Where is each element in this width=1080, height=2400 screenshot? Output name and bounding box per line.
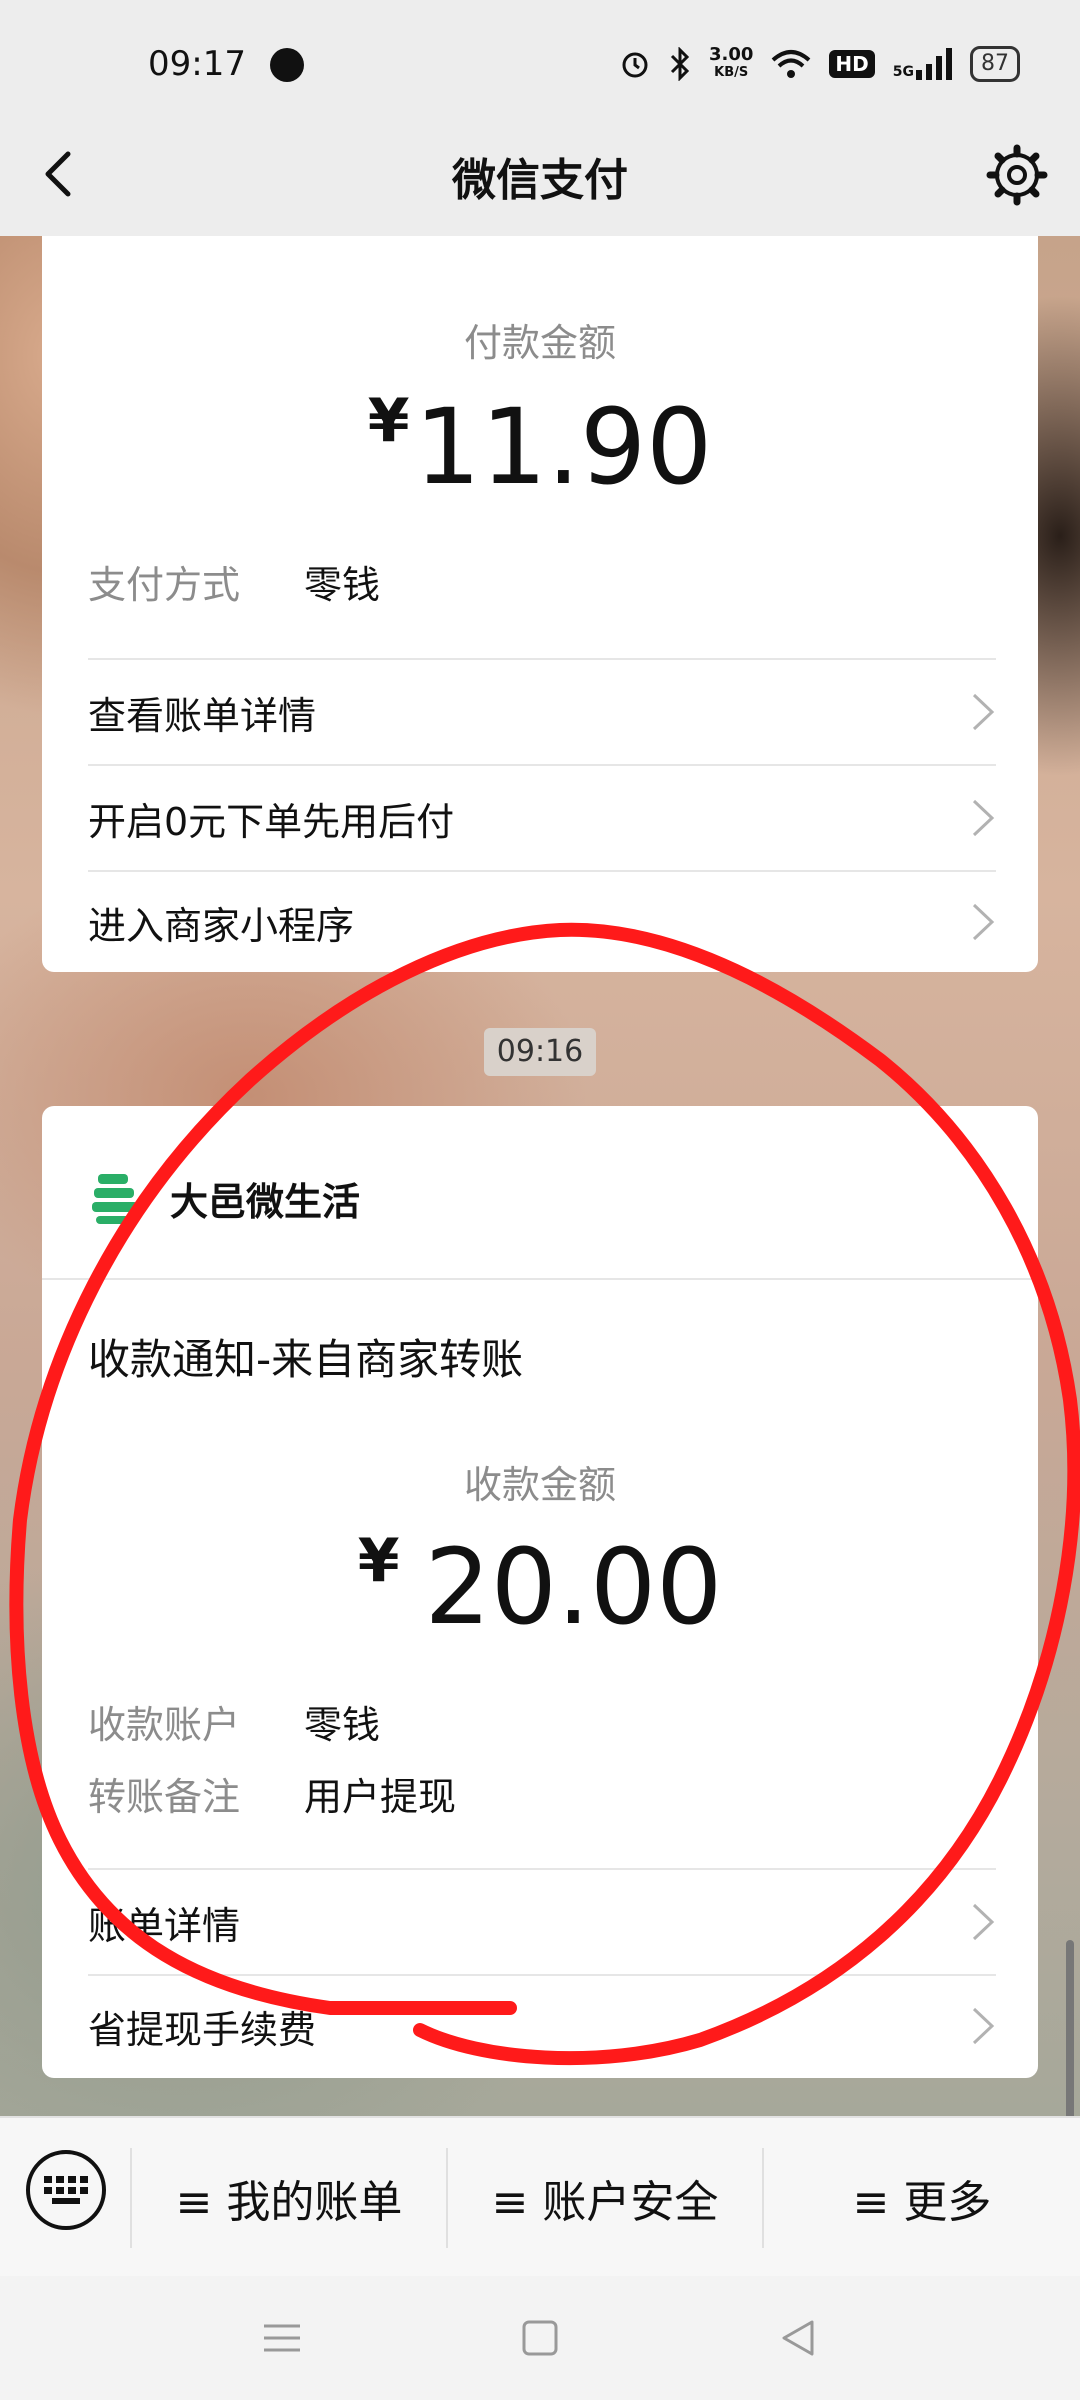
receipt-amount: ¥ 20.00 xyxy=(42,1526,1038,1648)
payment-amount-value: 11.90 xyxy=(414,386,713,508)
chevron-right-icon xyxy=(972,2007,995,2045)
bluetooth-icon xyxy=(670,47,690,81)
receipt-amount-value: 20.00 xyxy=(424,1526,723,1648)
transfer-remark-row: 转账备注 用户提现 xyxy=(88,1766,456,1821)
payment-card: 付款金额 ¥ 11.90 支付方式 零钱 查看账单详情 开启0元下单先用后付 进… xyxy=(42,236,1038,972)
menu-more[interactable]: ≡ 更多 xyxy=(764,2118,1080,2278)
menu-nav-icon[interactable] xyxy=(260,2316,304,2360)
status-icons: 3.00 KB/S HD 5G 87 xyxy=(619,46,1020,82)
scrollbar[interactable] xyxy=(1066,1940,1074,2120)
hd-badge: HD xyxy=(829,50,875,78)
menu-account-security[interactable]: ≡ 账户安全 xyxy=(448,2118,762,2278)
save-withdrawal-fee-link[interactable]: 省提现手续费 xyxy=(88,1974,996,2078)
receipt-account-label: 收款账户 xyxy=(88,1703,241,1747)
cellular-signal: 5G xyxy=(893,48,952,80)
battery-icon: 87 xyxy=(970,46,1020,82)
merchant-mini-program-link[interactable]: 进入商家小程序 xyxy=(88,870,996,974)
system-nav-bar xyxy=(0,2276,1080,2400)
keyboard-icon[interactable] xyxy=(26,2150,106,2230)
home-nav-icon[interactable] xyxy=(518,2316,562,2360)
back-nav-icon[interactable] xyxy=(776,2316,820,2360)
merchant-header[interactable]: 大邑微生活 xyxy=(90,1170,360,1226)
status-time: 09:17 xyxy=(148,44,246,84)
merchant-name: 大邑微生活 xyxy=(170,1179,361,1224)
receipt-account-row: 收款账户 零钱 xyxy=(88,1694,380,1749)
receipt-notice: 收款通知-来自商家转账 xyxy=(88,1335,524,1384)
enable-pay-later-link[interactable]: 开启0元下单先用后付 xyxy=(88,766,996,870)
app-header: 微信支付 xyxy=(0,110,1080,236)
currency-symbol: ¥ xyxy=(367,386,410,456)
chevron-right-icon xyxy=(972,903,995,941)
payment-amount: ¥ 11.90 xyxy=(42,386,1038,508)
chevron-right-icon xyxy=(972,799,995,837)
transfer-remark-value: 用户提现 xyxy=(304,1775,457,1819)
receipt-card: 大邑微生活 收款通知-来自商家转账 收款金额 ¥ 20.00 收款账户 零钱 转… xyxy=(42,1106,1038,2078)
gear-icon[interactable] xyxy=(984,142,1050,208)
payment-method-label: 支付方式 xyxy=(88,563,241,607)
payment-amount-label: 付款金额 xyxy=(463,321,616,365)
chevron-right-icon xyxy=(972,1903,995,1941)
net-speed: 3.00 KB/S xyxy=(709,44,754,81)
divider xyxy=(42,1278,1038,1280)
payment-method-row: 支付方式 零钱 xyxy=(88,554,380,609)
payment-method-value: 零钱 xyxy=(304,563,381,607)
bill-detail-link[interactable]: 账单详情 xyxy=(88,1870,996,1974)
chevron-right-icon xyxy=(972,693,995,731)
receipt-account-value: 零钱 xyxy=(304,1703,381,1747)
wifi-icon xyxy=(772,50,811,78)
signal-bars-icon xyxy=(916,48,952,80)
transfer-remark-label: 转账备注 xyxy=(88,1775,241,1819)
globe-icon xyxy=(270,48,304,82)
message-timestamp: 09:16 xyxy=(484,1028,596,1076)
alarm-icon xyxy=(622,52,648,78)
bottom-menu-bar: ≡ 我的账单 ≡ 账户安全 ≡ 更多 xyxy=(0,2116,1080,2278)
menu-my-bills[interactable]: ≡ 我的账单 xyxy=(132,2118,446,2278)
currency-symbol: ¥ xyxy=(357,1526,400,1596)
merchant-logo-icon xyxy=(92,1174,138,1224)
view-bill-detail-link[interactable]: 查看账单详情 xyxy=(88,660,996,764)
page-title: 微信支付 xyxy=(452,155,628,206)
receipt-amount-label: 收款金额 xyxy=(463,1463,616,1507)
